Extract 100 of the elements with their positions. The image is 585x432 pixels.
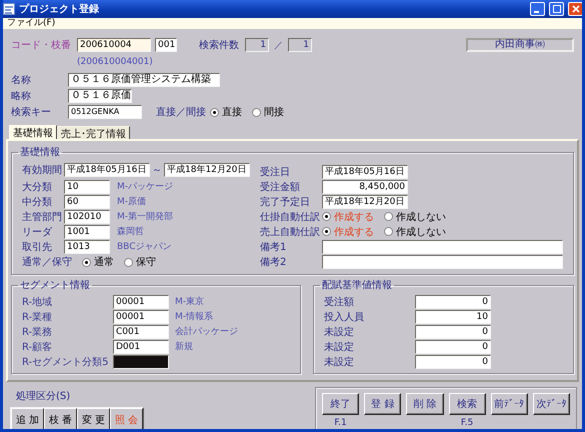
process-button[interactable]: 追 加 xyxy=(11,408,44,429)
field-label: 略称 xyxy=(11,90,32,103)
field-label: 投入人員 xyxy=(324,310,365,324)
maximize-icon xyxy=(552,5,560,13)
master-name: M-第一開発部 xyxy=(117,210,174,223)
date-field[interactable]: 平成18年12月20日 xyxy=(164,163,250,177)
process-label: 処理区分(S) xyxy=(15,390,72,403)
field-label: 備考1 xyxy=(260,240,288,254)
app-icon xyxy=(3,3,15,15)
date-field[interactable]: 平成18年05月16日 xyxy=(64,163,150,177)
field-label: R-セグメント分類5 xyxy=(22,356,110,368)
amount-field[interactable]: 8,450,000 xyxy=(322,180,408,194)
number-field[interactable]: 0 xyxy=(415,354,491,368)
code-field[interactable]: 200610004 xyxy=(77,38,151,52)
field-label: 未設定 xyxy=(324,356,355,368)
memo-field[interactable] xyxy=(322,240,563,254)
action-button[interactable]: 削 除 xyxy=(406,393,444,415)
master-name: M-情報系 xyxy=(175,310,214,323)
radio-button[interactable] xyxy=(384,227,393,236)
code-field[interactable]: 00001 xyxy=(113,310,169,324)
action-button[interactable]: 検索 xyxy=(448,393,486,415)
company-name: 内田商事㈱ xyxy=(466,38,574,52)
close-button[interactable] xyxy=(568,2,582,16)
master-name: 森岡哲 xyxy=(117,226,144,238)
tab[interactable]: 売上･完了情報 xyxy=(57,126,130,139)
code-field[interactable]: C001 xyxy=(113,324,169,338)
field-label: 大分類 xyxy=(22,180,53,194)
radio-label: 保守 xyxy=(136,256,156,269)
radio-label: 作成する xyxy=(334,226,374,238)
number-field[interactable]: 0 xyxy=(415,294,491,308)
date-field[interactable]: 平成18年12月20日 xyxy=(322,194,408,208)
action-button[interactable]: 終了 xyxy=(322,393,360,415)
field-label: R-業務 xyxy=(22,326,54,338)
full-code-text: (200610004001) xyxy=(77,57,153,67)
maximize-button[interactable] xyxy=(549,2,564,16)
field-label: 受注金額 xyxy=(260,180,301,194)
group-title: 基礎情報 xyxy=(19,146,61,159)
number-field[interactable]: 10 xyxy=(415,310,491,324)
process-button[interactable]: 変 更 xyxy=(77,408,110,429)
field-label: R-業種 xyxy=(22,310,54,324)
code-field[interactable]: D001 xyxy=(113,340,169,354)
radio-label: 作成しない xyxy=(396,226,446,238)
field-label: 検索キー xyxy=(11,106,52,119)
code-field[interactable]: 1013 xyxy=(64,240,110,254)
count-separator: ／ xyxy=(273,40,284,52)
master-name: M-東京 xyxy=(175,296,204,308)
direct-label: 直接／間接 xyxy=(156,106,207,119)
code-field[interactable]: 1001 xyxy=(64,224,110,238)
field-label: R-顧客 xyxy=(22,340,54,354)
memo-field[interactable] xyxy=(322,254,563,268)
blocked-field xyxy=(113,354,169,368)
field-label: 取引先 xyxy=(22,240,53,254)
field-label: 受注額 xyxy=(324,296,355,308)
field-label: リーダ xyxy=(22,226,54,238)
field-label: 中分類 xyxy=(22,196,53,208)
close-icon xyxy=(572,5,580,13)
code-field[interactable]: 102010 xyxy=(64,210,110,224)
branch-field[interactable]: 001 xyxy=(155,38,177,52)
radio-label: 間接 xyxy=(264,106,284,119)
master-name: M-原価 xyxy=(117,196,146,208)
field-label: 主管部門 xyxy=(22,210,63,224)
code-field[interactable]: 10 xyxy=(64,180,110,194)
field-label: 通常／保守 xyxy=(22,256,73,269)
tab[interactable]: 基礎情報 xyxy=(9,125,57,139)
shortcut-key: F.5 xyxy=(460,418,474,429)
menu-item[interactable]: ファイル(F) xyxy=(7,18,56,29)
action-button[interactable]: 登 録 xyxy=(364,393,402,415)
group-title: 配賦基準値情報 xyxy=(321,278,393,292)
process-button[interactable]: 枝 番 xyxy=(44,408,77,429)
action-button[interactable]: 次ﾃﾞｰﾀ xyxy=(532,393,570,415)
shortcut-key: F.1 xyxy=(334,418,347,429)
number-field[interactable]: 0 xyxy=(415,324,491,338)
radio-button[interactable] xyxy=(124,258,133,266)
field-label: 完了予定日 xyxy=(260,196,311,208)
number-field[interactable]: 0 xyxy=(415,340,491,354)
radio-button[interactable] xyxy=(322,212,331,221)
radio-button[interactable] xyxy=(210,108,219,116)
minimize-button[interactable] xyxy=(530,2,545,16)
code-field[interactable]: 00001 xyxy=(113,294,169,308)
total-count-field: 1 xyxy=(288,38,312,52)
text-field[interactable]: ０５１６原価 xyxy=(68,89,132,103)
radio-button[interactable] xyxy=(322,227,331,236)
field-label: R-地域 xyxy=(22,296,54,308)
radio-button[interactable] xyxy=(82,258,91,266)
window-title: プロジェクト登録 xyxy=(19,2,100,16)
field-label: 売上自動仕訳 xyxy=(260,226,321,238)
radio-button[interactable] xyxy=(384,212,393,221)
action-button[interactable]: 前ﾃﾞｰﾀ xyxy=(490,393,528,415)
date-field[interactable]: 平成18年05月16日 xyxy=(322,164,408,178)
code-field[interactable]: 60 xyxy=(64,194,110,208)
field-label: 備考2 xyxy=(260,256,288,268)
code-label: コード・枝番 xyxy=(11,38,72,52)
search-count-label: 検索件数 xyxy=(199,38,240,52)
radio-button[interactable] xyxy=(252,108,261,116)
field-label: 未設定 xyxy=(324,340,355,354)
text-field[interactable]: 0512GENKA xyxy=(68,105,142,119)
master-name: M-パッケージ xyxy=(117,181,174,193)
master-name: 会計パッケージ xyxy=(175,326,238,338)
text-field[interactable]: ０５１６原価管理システム構築 xyxy=(68,73,220,87)
field-label: 未設定 xyxy=(324,326,355,338)
